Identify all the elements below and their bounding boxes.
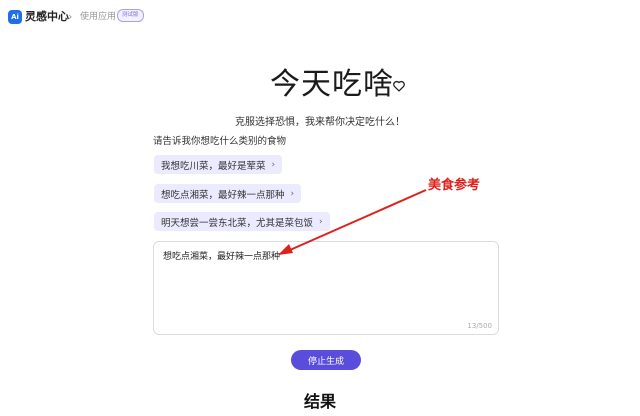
breadcrumb[interactable]: 使用应用 bbox=[80, 11, 116, 23]
suggestion-chip[interactable]: 想吃点湘菜，最好辣一点那种 › bbox=[154, 184, 302, 203]
character-counter: 13/500 bbox=[467, 322, 492, 330]
stop-generation-button[interactable]: 停止生成 bbox=[291, 350, 361, 370]
annotation-label: 美食参考 bbox=[428, 178, 481, 193]
page-subtitle: 克服选择恐惧，我来帮你决定吃什么！ bbox=[235, 117, 405, 128]
chevron-right-icon: › bbox=[290, 188, 295, 199]
textarea-value: 想吃点湘菜，最好辣一点那种 bbox=[163, 252, 281, 262]
top-bar: Ai 灵感中心 › 使用应用 测试版 bbox=[0, 0, 640, 34]
heart-icon[interactable] bbox=[392, 79, 406, 93]
suggestion-chip[interactable]: 明天想尝一尝东北菜，尤其是菜包饭 › bbox=[154, 212, 330, 231]
suggestion-label: 想吃点湘菜，最好辣一点那种 bbox=[161, 189, 285, 201]
result-heading: 结果 bbox=[303, 392, 336, 411]
food-request-textarea[interactable]: 想吃点湘菜，最好辣一点那种 13/500 bbox=[153, 241, 499, 335]
chevron-right-icon: › bbox=[271, 159, 276, 170]
beta-badge: 测试版 bbox=[117, 9, 144, 22]
prompt-label: 请告诉我你想吃什么类别的食物 bbox=[153, 136, 287, 147]
suggestion-label: 我想吃川菜，最好是荤菜 bbox=[161, 160, 266, 172]
suggestion-chip[interactable]: 我想吃川菜，最好是荤菜 › bbox=[154, 155, 283, 174]
suggestion-label: 明天想尝一尝东北菜，尤其是菜包饭 bbox=[161, 217, 314, 229]
app-name[interactable]: 灵感中心 bbox=[25, 10, 69, 24]
chevron-right-icon: › bbox=[319, 216, 323, 227]
app-logo-icon[interactable]: Ai bbox=[8, 10, 22, 24]
page-title: 今天吃啥 bbox=[270, 67, 394, 102]
breadcrumb-chevron-icon: › bbox=[68, 10, 73, 23]
